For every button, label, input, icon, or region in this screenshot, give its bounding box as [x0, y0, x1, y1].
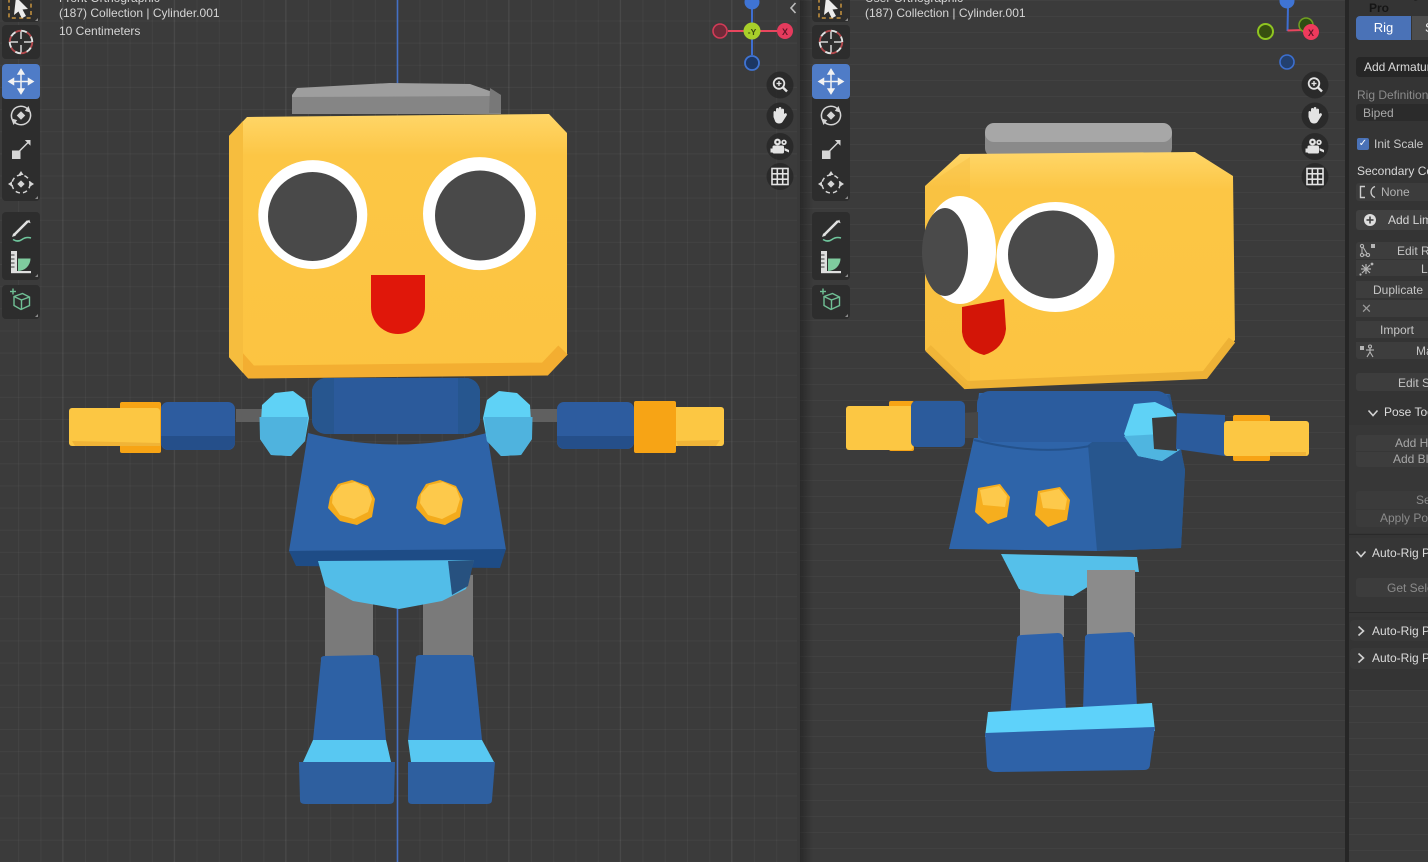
svg-text:X: X	[1308, 28, 1314, 38]
svg-text:-Y: -Y	[748, 27, 757, 37]
svg-text:X: X	[782, 27, 788, 37]
